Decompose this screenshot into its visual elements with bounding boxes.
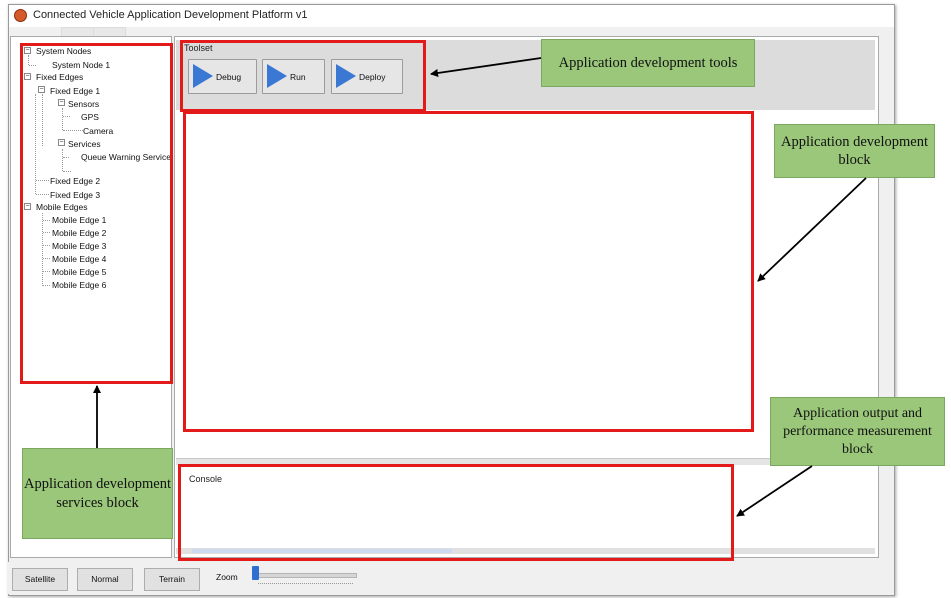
annotation-arrows [93, 57, 867, 517]
arrow-to-output-block [736, 465, 813, 517]
arrow-to-dev-block [757, 177, 867, 282]
arrow-to-tools [430, 57, 542, 77]
